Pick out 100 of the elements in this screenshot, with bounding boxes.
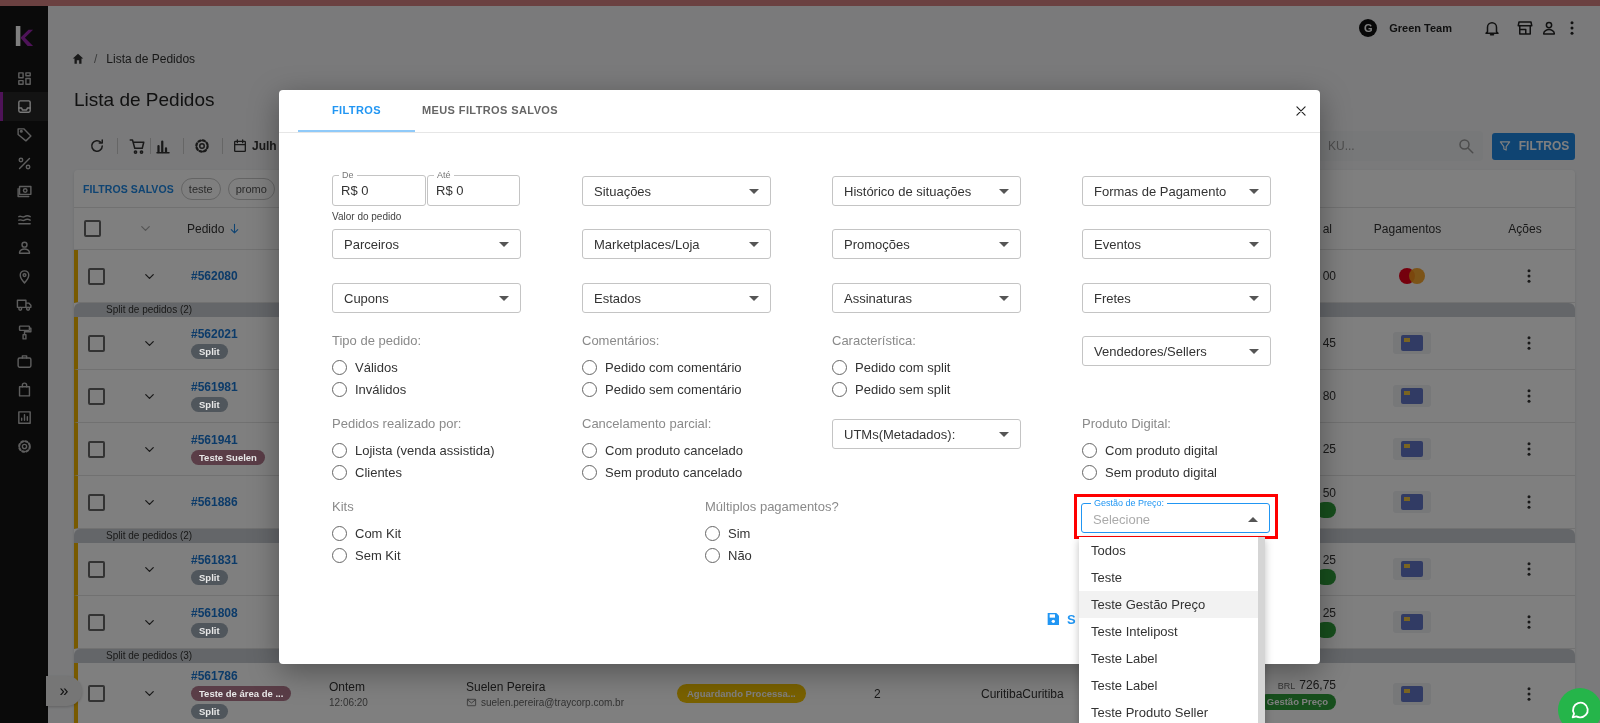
save-icon <box>1045 611 1061 627</box>
range-to-field[interactable]: Até R$ 0 <box>427 170 520 206</box>
row-checkbox[interactable] <box>87 387 105 405</box>
caret-down-icon <box>1249 295 1259 301</box>
logo-icon <box>14 25 34 47</box>
radio-label[interactable]: Clientes <box>355 464 402 480</box>
date-range-text[interactable]: Julh <box>252 139 277 153</box>
dashboard-icon <box>15 69 33 87</box>
radio-label[interactable]: Sem Kit <box>355 547 401 563</box>
row-checkbox[interactable] <box>87 267 105 285</box>
sidebar-item[interactable] <box>0 92 48 121</box>
tag-icon <box>15 126 33 144</box>
radio-label[interactable]: Válidos <box>355 359 398 375</box>
bar-chart-icon[interactable] <box>154 137 172 155</box>
dialog-tab[interactable]: MEUS FILTROS SALVOS <box>415 90 565 132</box>
field-helper-text: Valor do pedido <box>332 211 403 222</box>
refresh-icon[interactable] <box>88 137 106 155</box>
filter-select[interactable]: Assinaturas <box>832 283 1021 313</box>
select-all-checkbox[interactable] <box>83 220 101 237</box>
radio-label[interactable]: Inválidos <box>355 381 407 397</box>
search-icon <box>1457 137 1475 155</box>
group-label: Cancelamento parcial: <box>582 415 713 433</box>
column-header: al <box>1322 221 1332 236</box>
breadcrumb-current: Lista de Pedidos <box>106 52 196 66</box>
caret-down-icon <box>999 188 1009 194</box>
caret-down-icon <box>1249 241 1259 247</box>
order-total: 80 <box>1322 389 1336 403</box>
radio-label[interactable]: Lojista (venda assistida) <box>355 442 495 458</box>
filter-select[interactable]: Cupons <box>332 283 521 313</box>
order-total: 25 <box>1322 442 1336 456</box>
chat-bubble-icon <box>1569 699 1591 721</box>
credit-card-icon <box>1392 558 1431 580</box>
item-quantity: 2 <box>874 686 881 701</box>
row-checkbox[interactable] <box>87 440 105 458</box>
filter-select[interactable]: Situações <box>582 176 771 206</box>
credit-card-icon <box>1392 611 1431 633</box>
order-tag: Teste de área de ... <box>191 685 292 701</box>
group-label: Tipo de pedido: <box>332 332 423 350</box>
filter-select[interactable]: Histórico de situações <box>832 176 1021 206</box>
filter-select[interactable]: Vendedores/Sellers <box>1082 336 1271 366</box>
close-button[interactable] <box>1294 104 1308 118</box>
radio-label[interactable]: Pedido sem split <box>855 381 951 397</box>
row-checkbox[interactable] <box>87 334 105 352</box>
dropdown-option[interactable]: Teste Produto Seller <box>1079 699 1258 723</box>
calendar-icon[interactable] <box>232 138 248 154</box>
select-input[interactable]: Selecione <box>1093 509 1248 529</box>
credit-card-icon <box>1392 682 1431 705</box>
filter-select[interactable]: Fretes <box>1082 283 1271 313</box>
radio-label[interactable]: Com produto digital <box>1105 442 1218 458</box>
cart-icon[interactable] <box>128 137 146 155</box>
filter-select[interactable]: Parceiros <box>332 229 521 259</box>
column-header[interactable]: Pedido <box>187 221 225 236</box>
radio-label[interactable]: Pedido com split <box>855 359 951 375</box>
store-icon[interactable] <box>1516 19 1534 37</box>
filter-select[interactable]: Formas de Pagamento <box>1082 176 1271 206</box>
amount-input[interactable]: R$ 0 <box>341 180 417 200</box>
filter-select[interactable]: Promoções <box>832 229 1021 259</box>
account-name: Green Team <box>1389 22 1452 34</box>
filter-select[interactable]: UTMs(Metadados): <box>832 419 1021 449</box>
home-icon[interactable] <box>71 52 85 66</box>
inbox-icon <box>15 97 33 115</box>
dropdown-option[interactable]: Teste Intelipost <box>1079 618 1258 645</box>
radio-label[interactable]: Com produto cancelado <box>605 442 744 458</box>
group-label: Produto Digital: <box>1082 415 1172 433</box>
filter-icon <box>1497 139 1512 153</box>
column-header: Pagamentos <box>1373 221 1442 236</box>
user-icon[interactable] <box>1540 19 1558 37</box>
column-header: Ações <box>1508 221 1542 236</box>
radio-label[interactable]: Não <box>728 547 752 563</box>
settings-icon[interactable] <box>193 137 211 155</box>
radio-label[interactable]: Pedido sem comentário <box>605 381 742 397</box>
caret-down-icon <box>749 295 759 301</box>
bell-icon[interactable] <box>1483 19 1501 37</box>
group-label: Pedidos realizado por: <box>332 415 463 433</box>
account-avatar: G <box>1359 19 1378 37</box>
range-from-field[interactable]: De R$ 0 <box>332 170 426 206</box>
row-checkbox[interactable] <box>87 560 105 578</box>
filter-select[interactable]: Marketplaces/Loja <box>582 229 771 259</box>
group-label: Comentários: <box>582 332 661 350</box>
filter-select[interactable]: Estados <box>582 283 771 313</box>
dropdown-option[interactable]: Teste Gestão Preço <box>1079 591 1258 618</box>
order-tag: Teste Suelen <box>191 450 265 465</box>
expand-sidebar-button[interactable]: » <box>46 676 82 706</box>
dropdown-option[interactable]: Teste <box>1079 564 1258 591</box>
dropdown-option[interactable]: Teste Label <box>1079 672 1258 699</box>
mail-icon <box>466 696 477 708</box>
row-checkbox[interactable] <box>87 493 105 511</box>
filter-select[interactable]: Eventos <box>1082 229 1271 259</box>
caret-down-icon <box>749 188 759 194</box>
credit-card-icon <box>1392 438 1431 460</box>
radio-label[interactable]: Pedido com comentário <box>605 359 742 375</box>
mastercard-icon <box>1396 267 1427 285</box>
order-tag: Split <box>191 397 228 412</box>
settings-icon <box>15 437 33 455</box>
radio-label[interactable]: Sem produto cancelado <box>605 464 743 480</box>
row-checkbox[interactable] <box>87 613 105 631</box>
radio-label[interactable]: Sem produto digital <box>1105 464 1217 480</box>
row-checkbox[interactable] <box>87 685 105 702</box>
amount-input[interactable]: R$ 0 <box>436 180 511 200</box>
page-title: Lista de Pedidos <box>74 88 215 112</box>
